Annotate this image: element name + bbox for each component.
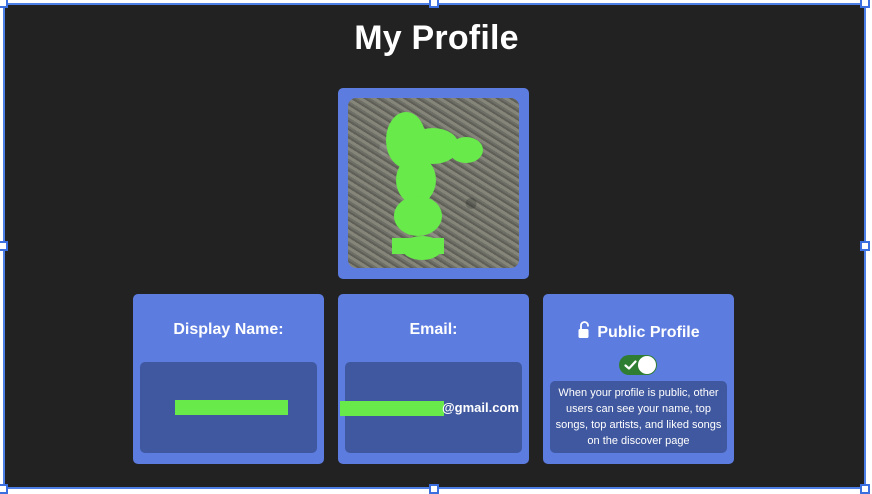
- page-title: My Profile: [354, 19, 519, 57]
- resize-handle-right[interactable]: [860, 241, 870, 251]
- avatar-redaction: [386, 112, 483, 260]
- public-profile-label: Public Profile: [597, 324, 700, 341]
- email-local-part-redacted: [340, 401, 444, 416]
- unlock-icon: [577, 321, 593, 339]
- email-domain: @gmail.com: [442, 400, 519, 415]
- resize-handle-top[interactable]: [429, 0, 439, 8]
- email-label: Email:: [409, 321, 458, 338]
- resize-handle-top-right[interactable]: [860, 0, 870, 8]
- avatar-card[interactable]: [338, 88, 529, 279]
- resize-handle-left[interactable]: [0, 241, 8, 251]
- display-name-value-redacted: [175, 400, 288, 415]
- display-name-label: Display Name:: [173, 321, 284, 338]
- display-name-field[interactable]: [140, 362, 317, 453]
- display-name-card: Display Name:: [133, 294, 324, 464]
- toggle-knob: [638, 356, 656, 374]
- public-profile-toggle[interactable]: [619, 355, 657, 375]
- public-profile-heading: Public Profile: [543, 321, 734, 342]
- avatar[interactable]: [348, 98, 519, 268]
- public-profile-card: Public Profile When your profile is publ…: [543, 294, 734, 464]
- resize-handle-bottom-left[interactable]: [0, 484, 8, 494]
- resize-handle-bottom-right[interactable]: [860, 484, 870, 494]
- email-card: Email: @gmail.com: [338, 294, 529, 464]
- resize-handle-bottom[interactable]: [429, 484, 439, 494]
- resize-handle-top-left[interactable]: [0, 0, 8, 8]
- profile-canvas: My Profile Display Name: Email: @gmail.c…: [3, 3, 866, 489]
- public-profile-description: When your profile is public, other users…: [550, 381, 727, 453]
- check-icon: [624, 360, 637, 370]
